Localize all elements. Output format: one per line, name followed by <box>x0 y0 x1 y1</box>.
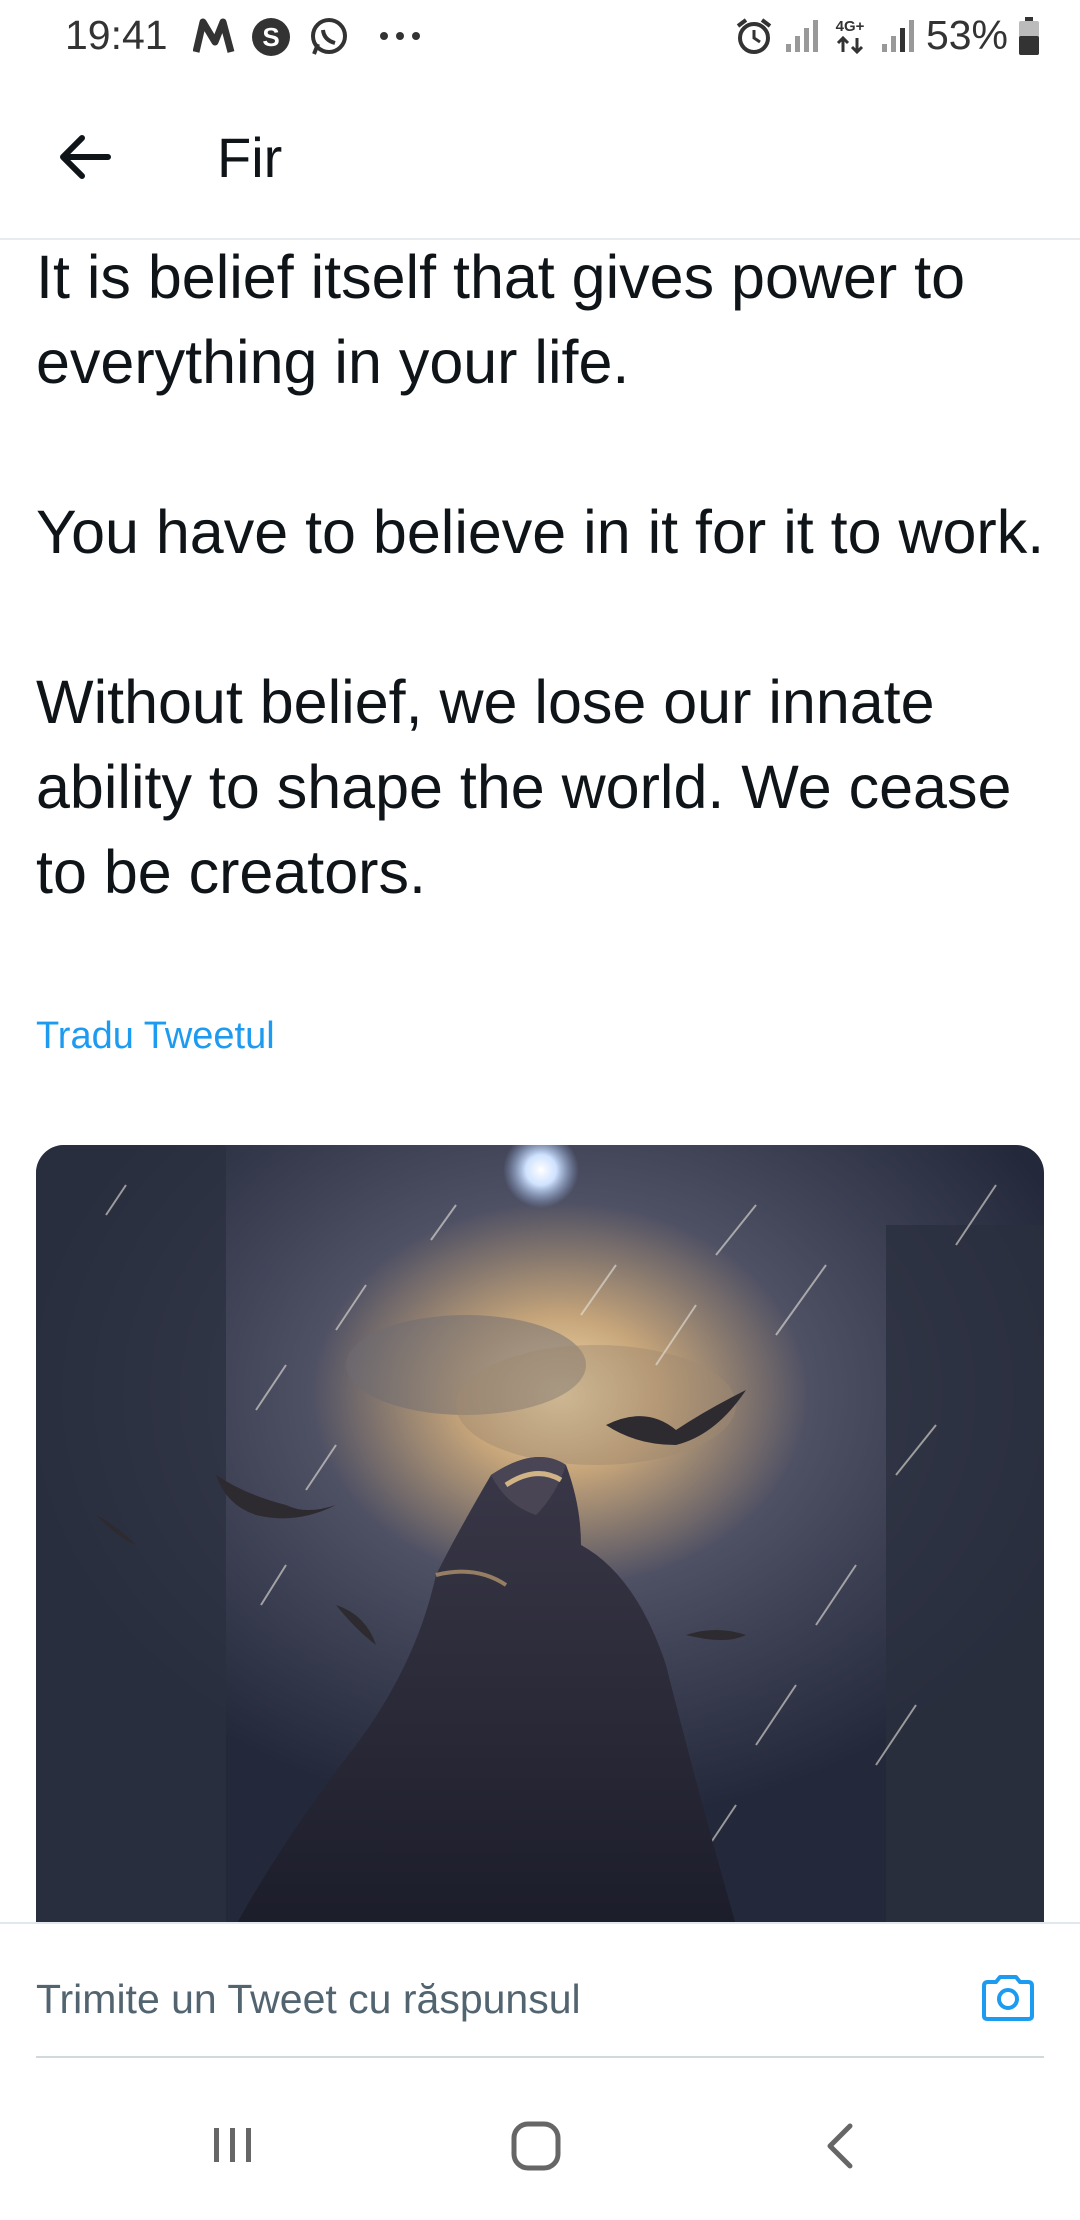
signal-icon-2 <box>881 19 914 52</box>
status-bar: 19:41 S 4G+ 53% <box>0 0 1080 75</box>
camera-icon[interactable] <box>980 1974 1036 2022</box>
translate-tweet-link[interactable]: Tradu Tweetul <box>36 1015 275 1058</box>
signal-icon <box>785 19 818 52</box>
home-icon[interactable] <box>510 2120 562 2172</box>
status-time: 19:41 <box>65 12 168 58</box>
status-right: 4G+ 53% <box>734 12 1040 59</box>
svg-text:4G+: 4G+ <box>836 18 865 35</box>
recents-icon[interactable] <box>208 2120 258 2170</box>
tweet-image[interactable] <box>36 1145 1044 1925</box>
svg-text:S: S <box>262 22 279 52</box>
tweet-text: It is belief itself that gives power to … <box>36 235 1046 915</box>
top-app-bar: Fir <box>0 80 1080 240</box>
reply-bar: Trimite un Tweet cu răspunsul <box>0 1922 1080 2060</box>
whatsapp-icon <box>311 18 347 55</box>
more-dots-icon <box>380 32 420 40</box>
battery-icon <box>1019 16 1039 55</box>
reply-input[interactable]: Trimite un Tweet cu răspunsul <box>36 1976 581 2023</box>
m-notification-icon <box>193 18 235 53</box>
hooded-figure-illustration <box>36 1145 1044 1925</box>
tweet-paragraph: Without belief, we lose our innate abili… <box>36 668 1012 906</box>
android-nav-bar <box>0 2070 1080 2220</box>
back-icon[interactable] <box>820 2120 860 2172</box>
s-notification-icon: S <box>252 18 290 56</box>
tweet-paragraph: You have to believe in it for it to work… <box>36 498 1045 566</box>
page-title: Fir <box>217 126 283 189</box>
alarm-icon <box>736 17 772 54</box>
reply-divider <box>36 2056 1044 2058</box>
tweet-paragraph: It is belief itself that gives power to … <box>36 243 965 396</box>
arrow-left-icon[interactable] <box>50 122 120 192</box>
battery-percent: 53% <box>925 12 1008 58</box>
network-icon: 4G+ <box>836 18 865 54</box>
